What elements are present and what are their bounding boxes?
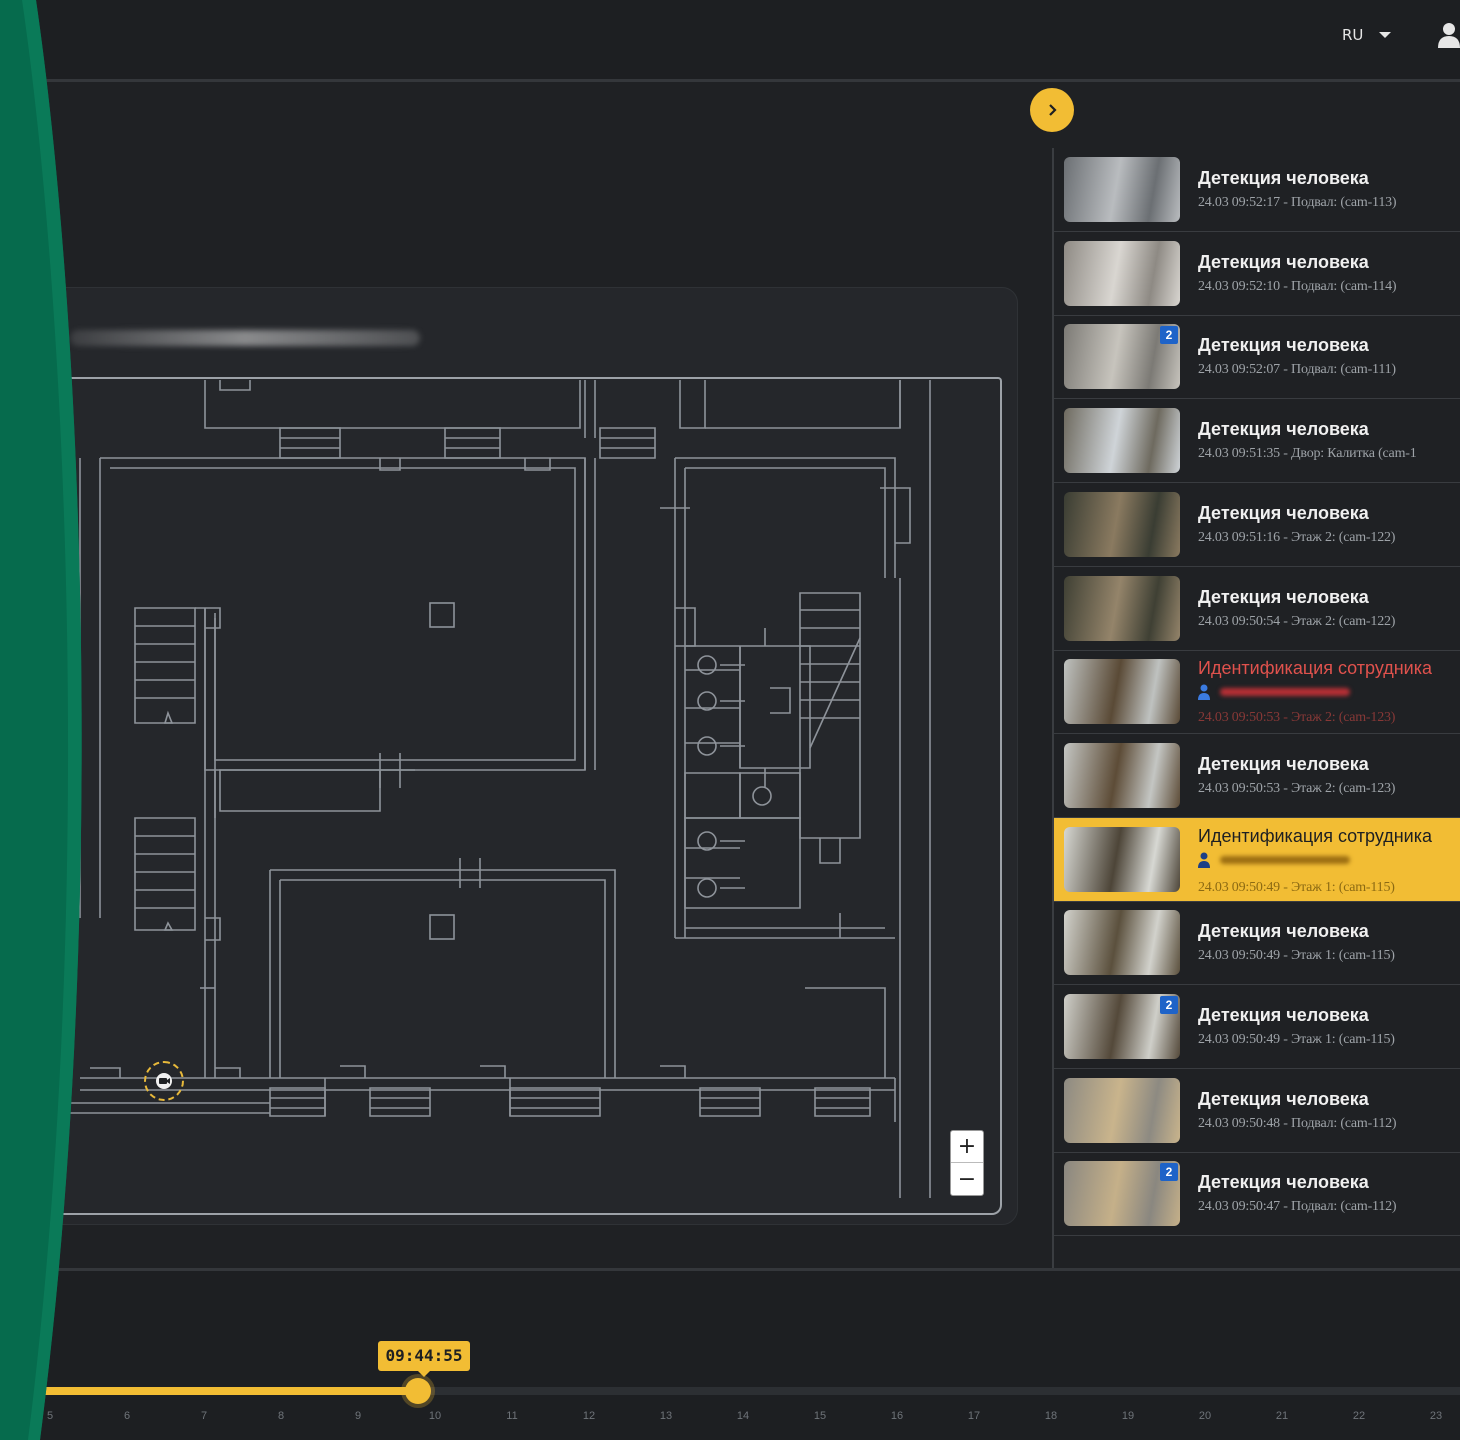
event-meta: 24.03 09:52:10 - Подвал: (cam-114) bbox=[1198, 278, 1397, 294]
employee-row bbox=[1198, 852, 1350, 868]
app-root: { "header": { "language": "RU" }, "event… bbox=[0, 0, 1460, 1440]
detection-count-badge: 2 bbox=[1160, 996, 1178, 1014]
camera-marker[interactable] bbox=[144, 1061, 184, 1101]
event-title: Детекция человека bbox=[1198, 168, 1369, 188]
zoom-in-button[interactable]: + bbox=[951, 1131, 983, 1163]
map-title-redacted bbox=[70, 330, 420, 346]
person-icon bbox=[1198, 852, 1210, 868]
event-title: Детекция человека bbox=[1198, 251, 1369, 272]
event-meta: 24.03 09:50:48 - Подвал: (cam-112) bbox=[1198, 1115, 1397, 1131]
event-item[interactable]: Детекция человека 24.03 09:52:10 - Подвал… bbox=[1054, 232, 1460, 316]
event-meta: 24.03 09:51:16 - Этаж 2: (cam-122) bbox=[1198, 529, 1396, 545]
event-title: Детекция человека bbox=[1198, 586, 1369, 607]
timeline-tick: 20 bbox=[1198, 1410, 1212, 1422]
timeline-tick: 10 bbox=[428, 1410, 442, 1422]
event-thumbnail bbox=[1064, 240, 1180, 306]
timeline-handle[interactable] bbox=[405, 1378, 431, 1404]
event-title: Идентификация сотрудника bbox=[1198, 658, 1432, 679]
detection-count-badge: 2 bbox=[1160, 326, 1178, 345]
timeline-tick: 13 bbox=[659, 1410, 673, 1422]
timeline-tick: 9 bbox=[354, 1410, 362, 1422]
event-meta: 24.03 09:51:35 - Двор: Калитка (cam-1 bbox=[1198, 446, 1417, 462]
event-thumbnail: 2 bbox=[1064, 994, 1180, 1059]
timeline-tick: 7 bbox=[200, 1410, 208, 1422]
event-title: Идентификация сотрудника bbox=[1198, 825, 1432, 846]
event-thumbnail: 2 bbox=[1064, 324, 1180, 390]
event-title: Детекция человека bbox=[1198, 753, 1369, 774]
employee-name-redacted bbox=[1220, 688, 1350, 697]
event-thumbnail bbox=[1064, 1077, 1180, 1143]
event-item[interactable]: 2 Детекция человека 24.03 09:50:47 - Подва… bbox=[1054, 1152, 1460, 1237]
event-item[interactable]: Детекция человека 24.03 09:50:49 - Этаж 1… bbox=[1054, 901, 1460, 986]
decorative-wave bbox=[0, 0, 82, 1440]
event-item[interactable]: Детекция человека 24.03 09:50:53 - Этаж 2… bbox=[1054, 734, 1460, 818]
event-thumbnail: 2 bbox=[1064, 1161, 1180, 1227]
person-icon bbox=[1198, 684, 1210, 701]
timeline-current-time: 09:44:55 bbox=[378, 1341, 470, 1377]
top-bar: RU bbox=[0, 0, 1460, 82]
event-title: Детекция человека bbox=[1198, 502, 1369, 523]
event-thumbnail bbox=[1064, 659, 1180, 725]
event-meta: 24.03 09:50:49 - Этаж 1: (cam-115) bbox=[1198, 948, 1395, 964]
camera-icon bbox=[156, 1073, 172, 1089]
event-item[interactable]: Детекция человека 24.03 09:51:16 - Этаж 2… bbox=[1054, 483, 1460, 567]
timeline-tick: 8 bbox=[277, 1410, 285, 1422]
zoom-out-button[interactable]: − bbox=[951, 1163, 983, 1195]
event-item[interactable]: Идентификация сотрудника 24.03 09:50:49 -… bbox=[1054, 817, 1460, 902]
event-title: Детекция человека bbox=[1198, 1088, 1369, 1109]
timeline-tick: 12 bbox=[582, 1410, 596, 1422]
event-title: Детекция человека bbox=[1198, 1172, 1369, 1193]
event-item[interactable]: Детекция человека 24.03 09:50:54 - Этаж 2… bbox=[1054, 567, 1460, 651]
event-title: Детекция человека bbox=[1198, 921, 1369, 942]
timeline-tick: 18 bbox=[1044, 1410, 1058, 1422]
event-title: Детекция человека bbox=[1198, 419, 1369, 440]
events-panel: Детекция человека 24.03 09:52:17 - Подвал… bbox=[1052, 148, 1460, 1270]
event-item[interactable]: 2 Детекция человека 24.03 09:50:49 - Этаж … bbox=[1054, 985, 1460, 1069]
event-meta: 24.03 09:50:49 - Этаж 1: (cam-115) bbox=[1198, 879, 1395, 895]
timeline-tick: 16 bbox=[890, 1410, 904, 1422]
language-label: RU bbox=[1342, 26, 1364, 44]
panel-toggle-button[interactable] bbox=[1030, 88, 1074, 132]
event-meta: 24.03 09:50:49 - Этаж 1: (cam-115) bbox=[1198, 1032, 1395, 1047]
event-thumbnail bbox=[1064, 910, 1180, 976]
language-selector[interactable]: RU bbox=[1342, 26, 1392, 44]
event-meta: 24.03 09:52:07 - Подвал: (cam-111) bbox=[1198, 362, 1396, 378]
user-icon[interactable] bbox=[1438, 22, 1460, 48]
event-item[interactable]: Детекция человека 24.03 09:51:35 - Двор: … bbox=[1054, 399, 1460, 484]
event-meta: 24.03 09:50:47 - Подвал: (cam-112) bbox=[1198, 1199, 1397, 1215]
event-thumbnail bbox=[1064, 575, 1180, 641]
event-meta: 24.03 09:50:54 - Этаж 2: (cam-122) bbox=[1198, 613, 1396, 629]
event-item[interactable]: 2 Детекция человека 24.03 09:52:07 - Подва… bbox=[1054, 315, 1460, 400]
event-thumbnail bbox=[1064, 742, 1180, 808]
timeline-tick: 11 bbox=[506, 1410, 518, 1422]
detection-count-badge: 2 bbox=[1160, 1163, 1178, 1182]
event-title: Детекция человека bbox=[1198, 1005, 1369, 1025]
timeline-tick: 6 bbox=[123, 1410, 131, 1422]
event-meta: 24.03 09:50:53 - Этаж 2: (cam-123) bbox=[1198, 710, 1396, 726]
timeline-tick: 23 bbox=[1429, 1410, 1443, 1422]
event-item[interactable]: Идентификация сотрудника 24.03 09:50:53 -… bbox=[1054, 650, 1460, 735]
timeline-tick: 14 bbox=[736, 1410, 750, 1422]
event-thumbnail bbox=[1064, 408, 1180, 474]
map-zoom-control: + − bbox=[950, 1130, 984, 1196]
event-thumbnail bbox=[1064, 826, 1180, 892]
employee-row bbox=[1198, 684, 1350, 701]
event-item[interactable]: Детекция человека 24.03 09:52:17 - Подвал… bbox=[1054, 148, 1460, 232]
event-thumbnail bbox=[1064, 157, 1180, 222]
event-meta: 24.03 09:50:53 - Этаж 2: (cam-123) bbox=[1198, 780, 1396, 796]
timeline-tick: 17 bbox=[967, 1410, 981, 1422]
event-title: Детекция человека bbox=[1198, 335, 1369, 356]
chevron-down-icon bbox=[1379, 32, 1392, 38]
employee-name-redacted bbox=[1220, 855, 1350, 864]
event-item[interactable]: Детекция человека 24.03 09:50:48 - Подвал… bbox=[1054, 1069, 1460, 1153]
event-meta: 24.03 09:52:17 - Подвал: (cam-113) bbox=[1198, 195, 1397, 210]
chevron-right-icon bbox=[1049, 104, 1057, 116]
timeline-tick: 19 bbox=[1121, 1410, 1135, 1422]
event-thumbnail bbox=[1064, 491, 1180, 557]
timeline-tick: 21 bbox=[1275, 1410, 1289, 1422]
timeline-tick: 22 bbox=[1352, 1410, 1366, 1422]
timeline-tick: 15 bbox=[813, 1410, 827, 1422]
